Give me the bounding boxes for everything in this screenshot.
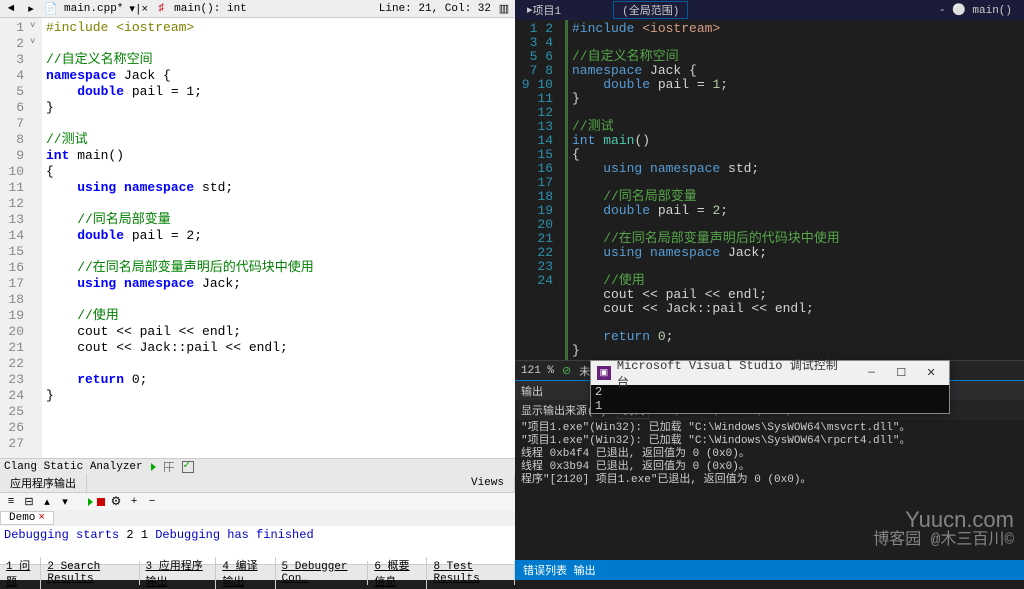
scope-dropdown[interactable]: (全局范围) (613, 1, 688, 19)
left-fold[interactable]: ˅ ˅ (30, 18, 42, 458)
stop-icon[interactable] (97, 498, 105, 506)
left-statusbar: Clang Static Analyzer (0, 458, 515, 474)
tab-project[interactable]: ▸ 项目1 (515, 0, 573, 20)
fn-icon: ♯ (154, 2, 168, 16)
console-titlebar[interactable]: ▣ Microsoft Visual Studio 调试控制台 — ☐ ✕ (591, 361, 949, 385)
vs-icon: ▣ (597, 366, 611, 380)
left-out-tabs: 应用程序输出 Views (0, 474, 515, 492)
close-button[interactable]: ✕ (919, 363, 943, 383)
close-icon[interactable]: × (38, 512, 45, 524)
left-out-toolbar: ≡ ⊟ ▴ ▾ ⚙ + − (0, 492, 515, 510)
fwd-icon[interactable]: ▸ (24, 2, 38, 16)
right-toolbar: ▸ 项目1 (全局范围) - ⚪ main() (515, 0, 1024, 20)
left-toolbar: ◄ ▸ 📄 main.cpp* ▾|× ♯ main(): int Line: … (0, 0, 515, 18)
file-crumb[interactable]: main.cpp* (64, 3, 123, 15)
run-icon[interactable] (151, 463, 156, 471)
right-gutter: 1 2 3 4 5 6 7 8 9 10 11 12 13 14 15 16 1… (515, 20, 565, 360)
btab-appout[interactable]: 3 应用程序输出 (140, 557, 217, 589)
btab-test[interactable]: 8 Test Results (427, 561, 515, 585)
gear-icon[interactable]: ⚙ (109, 495, 123, 509)
watermark: Yuucn.com 博客园 @木三百川© (873, 510, 1014, 550)
right-ide-panel: ▸ 项目1 (全局范围) - ⚪ main() 1 2 3 4 5 6 7 8 … (515, 0, 1024, 580)
btab-problems[interactable]: 1 问题 (0, 557, 41, 589)
file-icon: 📄 (44, 2, 58, 16)
collapse-icon[interactable]: ⊟ (22, 495, 36, 509)
maximize-button[interactable]: ☐ (889, 363, 913, 383)
right-statusbar[interactable]: 错误列表 输出 (515, 560, 1024, 580)
list-icon[interactable]: ≡ (4, 495, 18, 509)
fn-crumb[interactable]: main(): int (174, 3, 247, 15)
debug-console-window[interactable]: ▣ Microsoft Visual Studio 调试控制台 — ☐ ✕ 2 … (590, 360, 950, 414)
up-icon[interactable]: ▴ (40, 495, 54, 509)
minimize-button[interactable]: — (860, 363, 884, 383)
btab-compile[interactable]: 4 编译输出 (216, 557, 275, 589)
right-editor[interactable]: 1 2 3 4 5 6 7 8 9 10 11 12 13 14 15 16 1… (515, 20, 1024, 360)
btab-summary[interactable]: 6 概要信息 (368, 557, 427, 589)
minus-icon[interactable]: − (145, 495, 159, 509)
plus-icon[interactable]: + (127, 495, 141, 509)
demo-tabstrip: Demo× (0, 510, 515, 526)
zoom-pct[interactable]: 121 % (521, 365, 554, 377)
left-gutter: 1 2 3 4 5 6 7 8 9 10 11 12 13 14 15 16 1… (0, 18, 30, 458)
back-icon[interactable]: ◄ (4, 2, 18, 16)
left-editor[interactable]: 1 2 3 4 5 6 7 8 9 10 11 12 13 14 15 16 1… (0, 18, 515, 458)
analyzer-label: Clang Static Analyzer (4, 461, 143, 473)
left-bottom-bar: 1 问题 2 Search Results 3 应用程序输出 4 编译输出 5 … (0, 564, 515, 580)
btab-search[interactable]: 2 Search Results (41, 561, 139, 585)
fn-selector[interactable]: main() (972, 5, 1012, 17)
ok-icon: ⊘ (562, 364, 571, 378)
tab-demo[interactable]: Demo× (0, 511, 54, 525)
right-code[interactable]: #include <iostream> //自定义名称空间 namespace … (565, 20, 844, 360)
left-code[interactable]: #include <iostream> //自定义名称空间 namespace … (42, 18, 318, 458)
play-icon[interactable] (88, 498, 93, 506)
btab-debugger[interactable]: 5 Debugger Con… (276, 561, 369, 585)
left-ide-panel: ◄ ▸ 📄 main.cpp* ▾|× ♯ main(): int Line: … (0, 0, 515, 580)
cursor-position: Line: 21, Col: 32 (379, 3, 491, 15)
check-icon[interactable] (182, 461, 194, 473)
tab-views[interactable]: Views (461, 474, 515, 492)
console-title: Microsoft Visual Studio 调试控制台 (617, 356, 848, 390)
down-icon[interactable]: ▾ (58, 495, 72, 509)
tab-app-output[interactable]: 应用程序输出 (0, 474, 87, 492)
expand-icon[interactable]: ▾|× (129, 2, 148, 16)
grid-icon[interactable] (164, 462, 174, 472)
split-icon[interactable]: ▥ (497, 2, 511, 16)
